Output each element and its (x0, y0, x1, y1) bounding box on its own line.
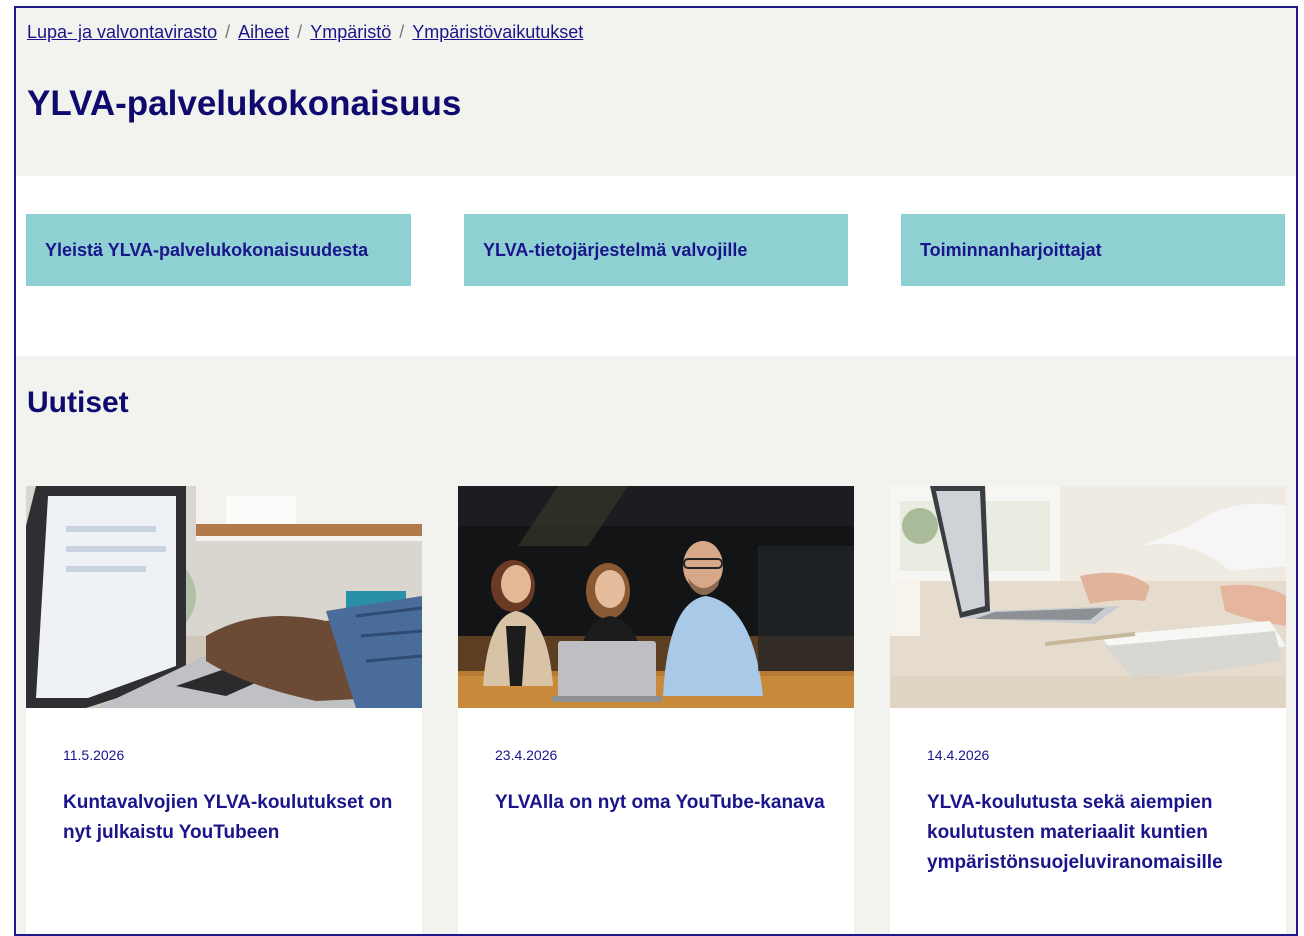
page-header: Lupa- ja valvontavirasto / Aiheet / Ympärist… (16, 8, 1296, 176)
breadcrumb-link-aiheet[interactable]: Aiheet (238, 22, 289, 42)
three-people-laptop-photo (458, 486, 854, 708)
breadcrumb-separator: / (297, 22, 303, 42)
tile-ylva-tietojarjestelma[interactable]: YLVA-tietojärjestelmä valvojille (464, 214, 848, 286)
tile-yleista-ylva[interactable]: Yleistä YLVA-palvelukokonaisuudesta (26, 214, 411, 286)
breadcrumb-separator: / (399, 22, 405, 42)
breadcrumb-link-lupa-ja-valvontavirasto[interactable]: Lupa- ja valvontavirasto (27, 22, 217, 42)
news-title[interactable]: YLVAlla on nyt oma YouTube-kanava (495, 788, 825, 818)
desk-laptop-photo (890, 486, 1286, 708)
news-card[interactable]: 23.4.2026 YLVAlla on nyt oma YouTube-kan… (458, 486, 854, 934)
news-card[interactable]: 14.4.2026 YLVA-koulutusta sekä aiempien … (890, 486, 1286, 934)
tile-toiminnanharjoittajat[interactable]: Toiminnanharjoittajat (901, 214, 1285, 286)
news-heading: Uutiset (27, 386, 129, 419)
page-title: YLVA-palvelukokonaisuus (27, 84, 462, 123)
news-date: 11.5.2026 (63, 747, 125, 763)
news-card[interactable]: 11.5.2026 Kuntavalvojien YLVA-koulutukse… (26, 486, 422, 934)
breadcrumb: Lupa- ja valvontavirasto / Aiheet / Ympärist… (27, 22, 583, 43)
page-frame: Lupa- ja valvontavirasto / Aiheet / Ympärist… (14, 6, 1298, 936)
news-section: Uutiset 11.5.2026 Kuntavalvojien YLVA-ko… (16, 356, 1296, 934)
laptop-typing-photo (26, 486, 422, 708)
breadcrumb-link-ymparistovaikutukset[interactable]: Ympäristövaikutukset (412, 22, 583, 42)
breadcrumb-separator: / (225, 22, 231, 42)
link-tiles: Yleistä YLVA-palvelukokonaisuudesta YLVA… (16, 176, 1296, 356)
news-title[interactable]: Kuntavalvojien YLVA-koulutukset on nyt j… (63, 788, 393, 848)
news-date: 23.4.2026 (495, 747, 558, 763)
news-title[interactable]: YLVA-koulutusta sekä aiempien koulutuste… (927, 788, 1257, 878)
news-date: 14.4.2026 (927, 747, 990, 763)
breadcrumb-link-ymparisto[interactable]: Ympäristö (310, 22, 391, 42)
